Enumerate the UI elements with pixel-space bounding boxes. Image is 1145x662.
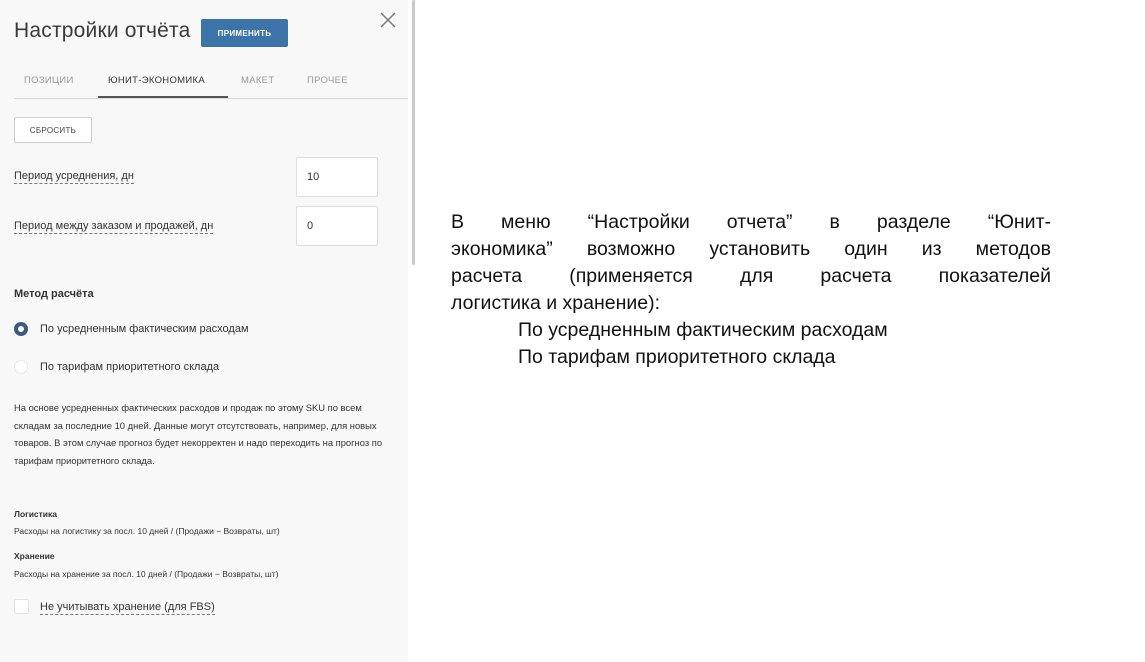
- method-description: На основе усредненных фактических расход…: [14, 402, 383, 466]
- report-settings-panel: Настройки отчёта ПРИМЕНИТЬ ПОЗИЦИИ ЮНИТ-…: [0, 0, 408, 662]
- ignore-storage-label[interactable]: Не учитывать хранение (для FBS): [40, 600, 215, 615]
- radio-actual-costs-label[interactable]: По усредненным фактическим расходам: [40, 323, 249, 335]
- tab-other[interactable]: ПРОЧЕЕ: [307, 75, 348, 86]
- note-line: экономика” возможно установить один из м…: [451, 238, 1051, 260]
- panel-title: Настройки отчёта: [14, 19, 191, 42]
- storage-formula: Расходы на хранение за посл. 10 дней / (…: [14, 569, 279, 579]
- storage-title: Хранение: [14, 551, 55, 561]
- note-list-item: По тарифам приоритетного склада: [518, 346, 836, 368]
- averaging-period-input[interactable]: [296, 157, 378, 197]
- order-sale-period-label: Период между заказом и продажей, дн: [14, 220, 214, 234]
- tab-layout[interactable]: МАКЕТ: [241, 75, 274, 86]
- averaging-period-label: Период усреднения, дн: [14, 170, 134, 184]
- tab-unit-economics[interactable]: ЮНИТ-ЭКОНОМИКА: [108, 75, 205, 86]
- tab-positions[interactable]: ПОЗИЦИИ: [24, 75, 74, 86]
- active-tab-indicator: [98, 96, 228, 98]
- note-line: расчета (применяется для расчета показат…: [451, 265, 1051, 287]
- logistics-title: Логистика: [14, 509, 58, 519]
- ignore-storage-checkbox[interactable]: [14, 599, 29, 614]
- order-sale-period-input[interactable]: [296, 206, 378, 246]
- note-line: В меню “Настройки отчета” в разделе “Юни…: [451, 211, 1051, 233]
- radio-warehouse-tariffs-label[interactable]: По тарифам приоритетного склада: [40, 361, 219, 373]
- radio-warehouse-tariffs[interactable]: [14, 360, 28, 374]
- scrollbar-thumb[interactable]: [412, 0, 415, 265]
- reset-button[interactable]: СБРОСИТЬ: [14, 117, 92, 143]
- logistics-formula: Расходы на логистику за посл. 10 дней / …: [14, 526, 280, 536]
- close-icon[interactable]: [378, 10, 398, 30]
- note-line: логистика и хранение):: [451, 292, 661, 314]
- explanation-text: В меню “Настройки отчета” в разделе “Юни…: [451, 209, 1051, 371]
- calc-method-title: Метод расчёта: [14, 288, 94, 300]
- apply-button[interactable]: ПРИМЕНИТЬ: [201, 19, 288, 47]
- settings-tabs: ПОЗИЦИИ ЮНИТ-ЭКОНОМИКА МАКЕТ ПРОЧЕЕ: [14, 70, 408, 99]
- note-list-item: По усредненным фактическим расходам: [518, 319, 888, 341]
- radio-actual-costs[interactable]: [14, 322, 28, 336]
